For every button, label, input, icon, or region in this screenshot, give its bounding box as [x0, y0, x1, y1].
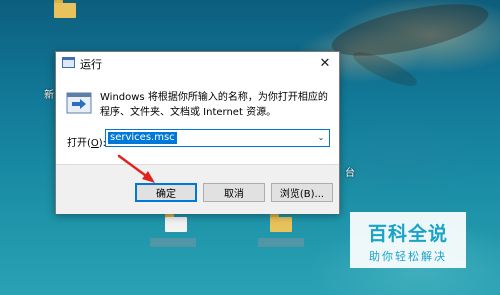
chevron-down-icon[interactable]: ⌄ — [315, 131, 327, 145]
run-program-icon — [66, 92, 92, 114]
close-icon: ✕ — [319, 55, 331, 71]
dialog-titlebar[interactable]: 运行 ✕ — [56, 52, 339, 74]
watermark-title: 百科全说 — [367, 223, 448, 245]
annotation-arrow-icon — [117, 154, 155, 183]
watermark-subtitle: 助你轻松解决 — [369, 250, 447, 263]
run-dialog: 运行 ✕ Windows 将根据你所输入的名称，为你打开相应的程序、文件夹、文档… — [55, 51, 340, 214]
dialog-title: 运行 — [80, 58, 102, 71]
command-input[interactable]: services.msc — [108, 132, 177, 144]
open-label: 打开(O): — [67, 138, 107, 149]
desktop-folder-icon-2[interactable] — [270, 214, 292, 232]
cancel-button[interactable]: 取消 — [203, 183, 265, 202]
open-combobox[interactable]: services.msc ⌄ — [105, 129, 330, 147]
close-button[interactable]: ✕ — [311, 52, 339, 74]
browse-button[interactable]: 浏览(B)... — [271, 183, 333, 202]
desktop-file-icon[interactable] — [165, 214, 187, 232]
blurred-icon-label-2 — [258, 238, 304, 247]
desktop-icon-label-right: 台 — [345, 168, 355, 179]
dialog-description: Windows 将根据你所输入的名称，为你打开相应的程序、文件夹、文档或 Int… — [100, 92, 328, 118]
run-icon-small — [62, 57, 75, 68]
blurred-icon-label — [150, 238, 196, 247]
watermark-logo: 百科全说 助你轻松解决 — [350, 212, 466, 268]
desktop-folder-icon[interactable] — [54, 0, 76, 18]
dialog-footer: 确定 取消 浏览(B)... — [56, 164, 339, 214]
desktop-icon-label: 新 — [44, 90, 54, 101]
